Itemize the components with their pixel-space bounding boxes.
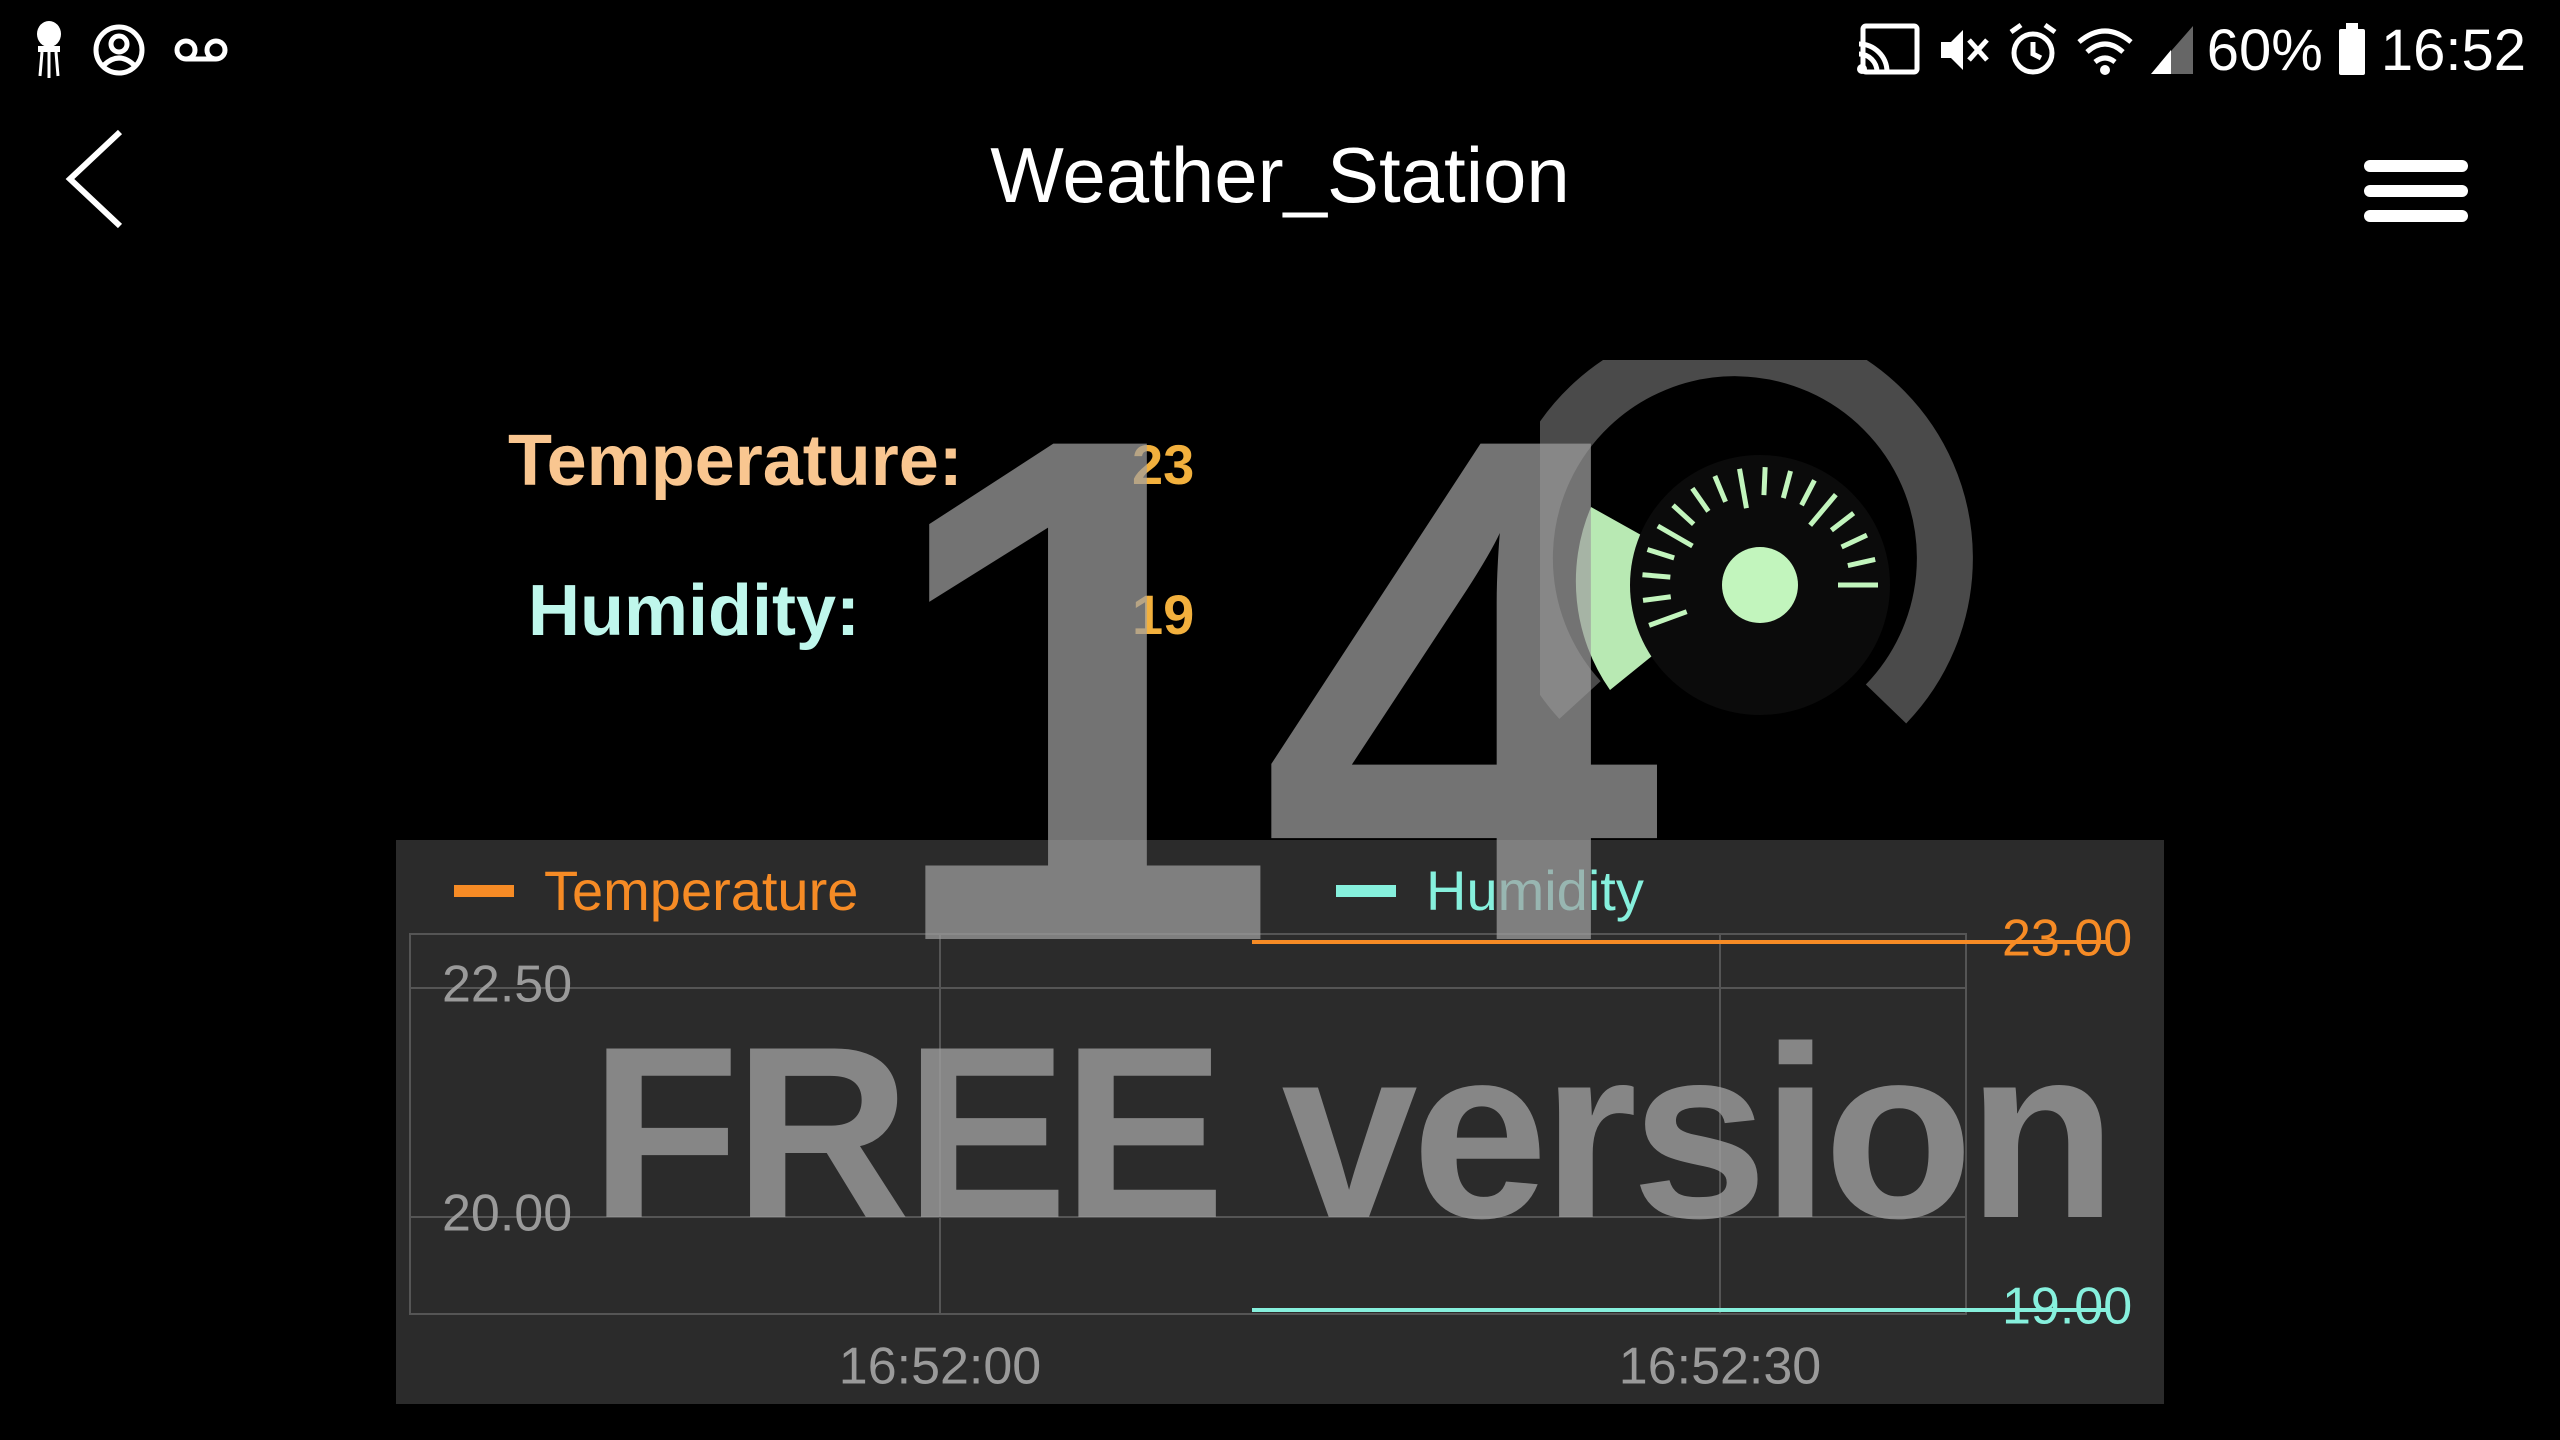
status-bar-left (34, 14, 228, 86)
menu-button[interactable] (2360, 130, 2470, 240)
temperature-value: 23 (1132, 433, 1195, 496)
line-chart[interactable]: 22.50 20.00 23.00 19.00 16:52:00 16:52:3… (396, 840, 2164, 1404)
y-right-tick-temperature: 23.00 (2002, 910, 2132, 968)
status-bar: 60% 16:52 (0, 0, 2560, 100)
alarm-icon (2005, 22, 2061, 78)
page-title: Weather_Station (990, 131, 1570, 219)
plot-frame (409, 933, 1967, 1315)
status-bar-right: 60% 16:52 (1856, 14, 2526, 86)
gauge-dial (1496, 320, 1973, 724)
app-bar: Weather_Station (0, 110, 2560, 250)
cast-icon (1856, 22, 1921, 78)
y-right-tick-humidity: 19.00 (2002, 1278, 2132, 1336)
clock: 16:52 (2380, 17, 2526, 83)
gauge-widget[interactable] (1496, 320, 1980, 800)
y-left-tick: 22.50 (442, 956, 572, 1014)
voicemail-icon (174, 35, 228, 65)
gauge-tick (1761, 467, 1768, 496)
y-left-tick: 20.00 (442, 1185, 572, 1243)
temperature-label: Temperature: (508, 421, 963, 501)
gauge-center (1722, 547, 1798, 623)
wifi-icon (2075, 24, 2135, 76)
hamburger-menu-icon (2364, 160, 2468, 222)
humidity-value: 19 (1132, 583, 1195, 646)
mute-icon (1935, 22, 1991, 78)
battery-icon (2337, 23, 2367, 77)
jellyfish-icon (34, 20, 64, 80)
gauge-tick (1642, 572, 1671, 580)
account-circle-icon (92, 23, 146, 77)
signal-icon (2149, 24, 2193, 76)
humidity-label: Humidity: (528, 571, 860, 651)
chart-panel: Temperature Humidity 22.50 20.00 23.00 1… (396, 840, 2164, 1404)
series-layer (1252, 940, 2110, 1312)
x-tick: 16:52:30 (1619, 1338, 1821, 1396)
battery-percent: 60% (2206, 17, 2323, 83)
x-tick: 16:52:00 (839, 1338, 1041, 1396)
